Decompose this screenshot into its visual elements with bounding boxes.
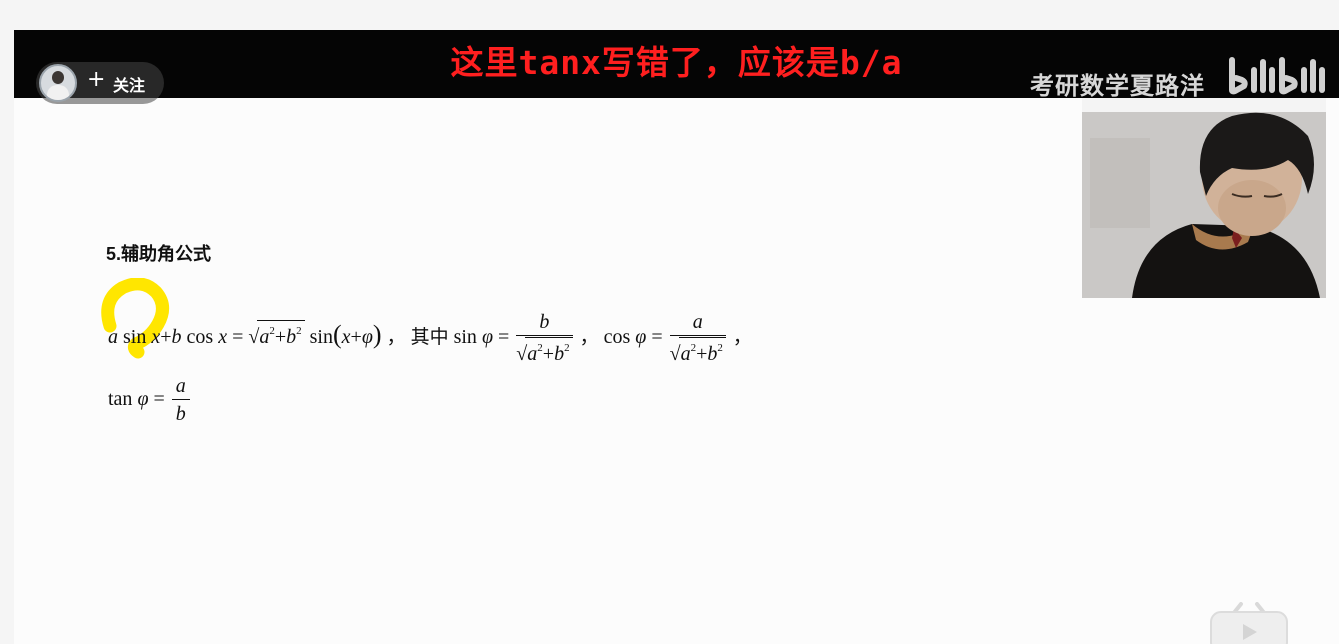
exponent: 2 <box>296 325 302 338</box>
fraction-denominator: b <box>172 400 190 427</box>
sqrt-body: a2+b2 <box>525 337 573 365</box>
op-equals: = <box>232 326 244 349</box>
video-player[interactable]: 这里tanx写错了，应该是b/a + 关注 考研数学夏路洋 bilibili 5… <box>14 30 1339 644</box>
sqrt-body: a2+b2 <box>257 320 305 349</box>
follow-button[interactable]: 关注 <box>113 72 145 96</box>
fn-cos: cos <box>603 326 631 349</box>
var-b: b <box>707 343 718 365</box>
var-a: a <box>692 311 703 333</box>
fraction-denominator: √a2+b2 <box>516 336 573 367</box>
sqrt-body: a2+b2 <box>678 337 726 365</box>
var-x: x <box>218 326 228 349</box>
plus-icon[interactable]: + <box>87 69 105 91</box>
var-b: b <box>539 311 550 333</box>
fn-tan: tan <box>108 388 133 411</box>
paren-right: ) <box>372 320 382 350</box>
var-b: b <box>171 326 182 349</box>
text-qizhong: 其中 <box>410 326 449 349</box>
comma: ， <box>579 326 599 349</box>
formula-line-1: a sin x+b cos x = √a2+b2 sin(x+φ) ， 其中 s… <box>108 310 752 367</box>
exponent: 2 <box>564 342 570 354</box>
section-title: 5.辅助角公式 <box>106 244 212 264</box>
fn-sin: sin <box>309 326 333 349</box>
comma: ， <box>386 326 406 349</box>
fraction-a-over-b: a b <box>171 374 190 427</box>
formula-line-2: tan φ = a b <box>108 374 192 427</box>
var-x: x <box>151 326 161 349</box>
op-plus: + <box>274 326 287 349</box>
var-phi: φ <box>635 326 647 349</box>
fraction-numerator: a <box>171 374 190 400</box>
var-x: x <box>341 326 351 349</box>
webcam-overlay <box>1082 98 1326 298</box>
avatar[interactable] <box>39 64 77 102</box>
fraction-numerator: b <box>516 310 573 336</box>
op-plus: + <box>160 326 172 349</box>
fraction-numerator: a <box>669 310 726 336</box>
comma: ， <box>732 326 752 349</box>
op-plus: + <box>542 343 555 365</box>
op-equals: = <box>651 326 663 349</box>
avatar-head <box>52 71 64 84</box>
var-a: a <box>680 343 691 365</box>
var-phi: φ <box>361 326 373 349</box>
avatar-body <box>47 85 69 100</box>
fraction-b-over-sqrt: b √a2+b2 <box>516 310 573 367</box>
fn-sin: sin <box>453 326 477 349</box>
fn-cos: cos <box>186 326 214 349</box>
op-plus: + <box>696 343 708 365</box>
var-a: a <box>527 343 538 365</box>
uploader-watermark: 考研数学夏路洋 <box>1030 72 1205 100</box>
var-phi: φ <box>481 326 494 349</box>
fn-sin: sin <box>123 326 147 349</box>
bilibili-logo-icon: bilibili <box>1229 57 1325 95</box>
op-plus: + <box>350 326 362 349</box>
var-a: a <box>108 326 118 349</box>
tv-icon[interactable] <box>1209 602 1289 644</box>
var-a: a <box>175 375 186 397</box>
var-b: b <box>175 403 186 425</box>
var-phi: φ <box>137 388 149 411</box>
var-a: a <box>259 326 270 349</box>
fraction-denominator: √a2+b2 <box>670 336 726 367</box>
fraction-a-over-sqrt: a √a2+b2 <box>669 310 726 367</box>
paren-left: ( <box>332 320 342 350</box>
var-b: b <box>286 326 297 349</box>
var-b: b <box>554 343 565 365</box>
op-equals: = <box>498 326 510 349</box>
op-equals: = <box>153 388 165 411</box>
exponent: 2 <box>717 342 723 354</box>
